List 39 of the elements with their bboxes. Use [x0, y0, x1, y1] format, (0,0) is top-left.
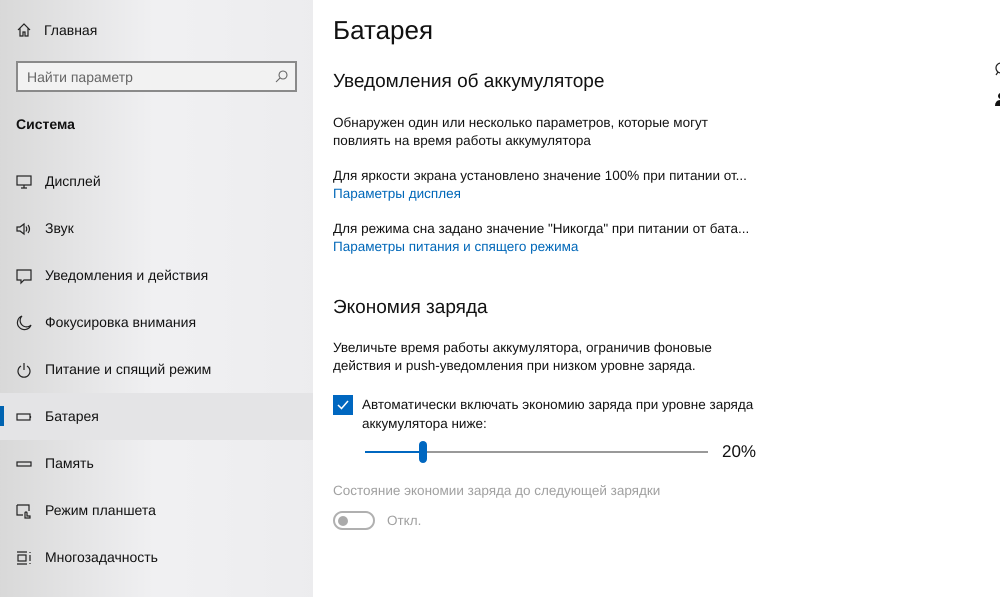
nav-item[interactable]: Уведомления и действия: [0, 252, 313, 299]
nav-item[interactable]: Дисплей: [0, 158, 313, 205]
nav-item[interactable]: Фокусировка внимания: [0, 299, 313, 346]
selection-indicator: [0, 406, 4, 426]
settings-link[interactable]: Параметры дисплея: [333, 184, 461, 202]
page-title: Батарея: [333, 14, 434, 46]
checkbox-label: Автоматически включать экономию заряда при уровне заряда аккумулятора ниже:: [362, 396, 754, 433]
multitask-icon: [15, 548, 33, 566]
description: Увеличьте время работы аккумулятора, ограничив фоновые действия и push-уведомления при низком уровне заряда.: [333, 339, 713, 375]
toggle-label: Состояние экономии заряда до следующей зарядки: [333, 482, 660, 500]
section-heading: Уведомления об аккумуляторе: [333, 70, 604, 94]
section-heading: Экономия заряда: [333, 296, 488, 320]
message-icon: [15, 266, 33, 284]
home-icon: [16, 22, 32, 38]
slider-thumb[interactable]: [419, 440, 428, 463]
description: Обнаружен один или несколько параметров, которые могут повлиять на время работы аккумулятора: [333, 114, 709, 150]
nav-item[interactable]: Питание и спящий режим: [0, 346, 313, 393]
warning-text: Для яркости экрана установлено значение 100% при питании от...: [333, 166, 747, 184]
toggle-state: Откл.: [387, 512, 422, 530]
nav-item[interactable]: Режим планшета: [0, 487, 313, 534]
nav-item[interactable]: Звук: [0, 205, 313, 252]
nav-item[interactable]: Многозадачность: [0, 534, 313, 581]
toggle-knob: [338, 516, 348, 526]
tablet-icon: [15, 502, 33, 520]
nav-item[interactable]: Память: [0, 440, 313, 487]
search-field[interactable]: Найти параметр: [16, 61, 297, 92]
check-icon: [336, 398, 350, 412]
checkbox[interactable]: [333, 395, 353, 415]
power-icon: [15, 360, 33, 378]
section-heading: Система: [15, 115, 76, 134]
drive-icon: [15, 460, 33, 466]
monitor-icon: [15, 172, 33, 190]
slider-value: 20%: [722, 441, 756, 463]
settings-link[interactable]: Параметры питания и спящего режима: [333, 238, 578, 256]
moon-icon: [15, 314, 33, 332]
warning-text: Для режима сна задано значение "Никогда" при питании от бата...: [333, 220, 750, 238]
nav-item[interactable]: Батарея: [0, 393, 313, 440]
home-link[interactable]: Главная: [0, 19, 313, 41]
search-icon: [275, 70, 288, 83]
